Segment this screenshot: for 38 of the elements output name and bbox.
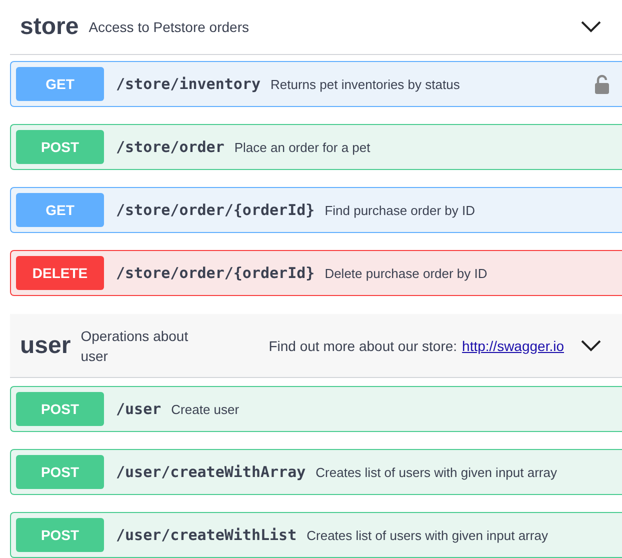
method-badge: GET bbox=[16, 193, 104, 227]
section-title: store bbox=[20, 13, 79, 41]
endpoint-summary: Find purchase order by ID bbox=[324, 202, 475, 218]
endpoint-summary: Returns pet inventories by status bbox=[270, 76, 460, 92]
chevron-down-icon[interactable] bbox=[580, 338, 602, 352]
operation-row[interactable]: POST /user Create user bbox=[10, 386, 622, 432]
section-header[interactable]: store Access to Petstore orders bbox=[10, 0, 622, 55]
padlock-icon[interactable] bbox=[594, 74, 610, 94]
endpoint-summary: Creates list of users with given input array bbox=[316, 464, 557, 480]
method-badge: GET bbox=[16, 67, 104, 101]
section-title: user bbox=[20, 332, 71, 360]
endpoint-path: /store/order/{orderId} bbox=[116, 201, 315, 219]
endpoint-path: /user/createWithArray bbox=[116, 463, 306, 481]
endpoint-summary: Create user bbox=[171, 402, 240, 416]
endpoint-path: /store/order bbox=[116, 138, 224, 156]
operation-row[interactable]: POST /user/createWithArray Creates list of users with given input array bbox=[10, 449, 622, 495]
endpoint-path: /store/inventory bbox=[116, 75, 260, 93]
endpoint-summary: Place an order for a pet bbox=[234, 140, 370, 154]
chevron-down-icon[interactable] bbox=[580, 20, 602, 34]
endpoint-path: /store/order/{orderId} bbox=[116, 264, 315, 282]
docs-text: Find out more about our store: bbox=[268, 338, 458, 354]
operation-row[interactable]: POST /user/createWithList Creates list of users with given input array bbox=[10, 512, 622, 558]
operation-row[interactable]: GET /store/order/{orderId} Find purchase order by ID bbox=[10, 187, 622, 233]
operation-row[interactable]: DELETE /store/order/{orderId} Delete purchase order by ID bbox=[10, 250, 622, 296]
method-badge: POST bbox=[16, 130, 104, 164]
section-description: Operations about user bbox=[80, 326, 190, 366]
method-badge: POST bbox=[16, 518, 104, 552]
method-badge: POST bbox=[16, 392, 104, 426]
operation-row[interactable]: GET /store/inventory Returns pet inventories by status bbox=[10, 61, 622, 107]
docs-link[interactable]: http://swagger.io bbox=[462, 338, 564, 354]
endpoint-summary: Creates list of users with given input array bbox=[306, 528, 548, 542]
method-badge: DELETE bbox=[16, 256, 104, 290]
endpoint-path: /user/createWithList bbox=[116, 526, 297, 544]
operation-row[interactable]: POST /store/order Place an order for a pet bbox=[10, 124, 622, 170]
endpoint-summary: Delete purchase order by ID bbox=[324, 266, 488, 280]
section-description: Access to Petstore orders bbox=[88, 19, 249, 35]
endpoint-path: /user bbox=[116, 400, 162, 418]
method-badge: POST bbox=[16, 455, 104, 489]
